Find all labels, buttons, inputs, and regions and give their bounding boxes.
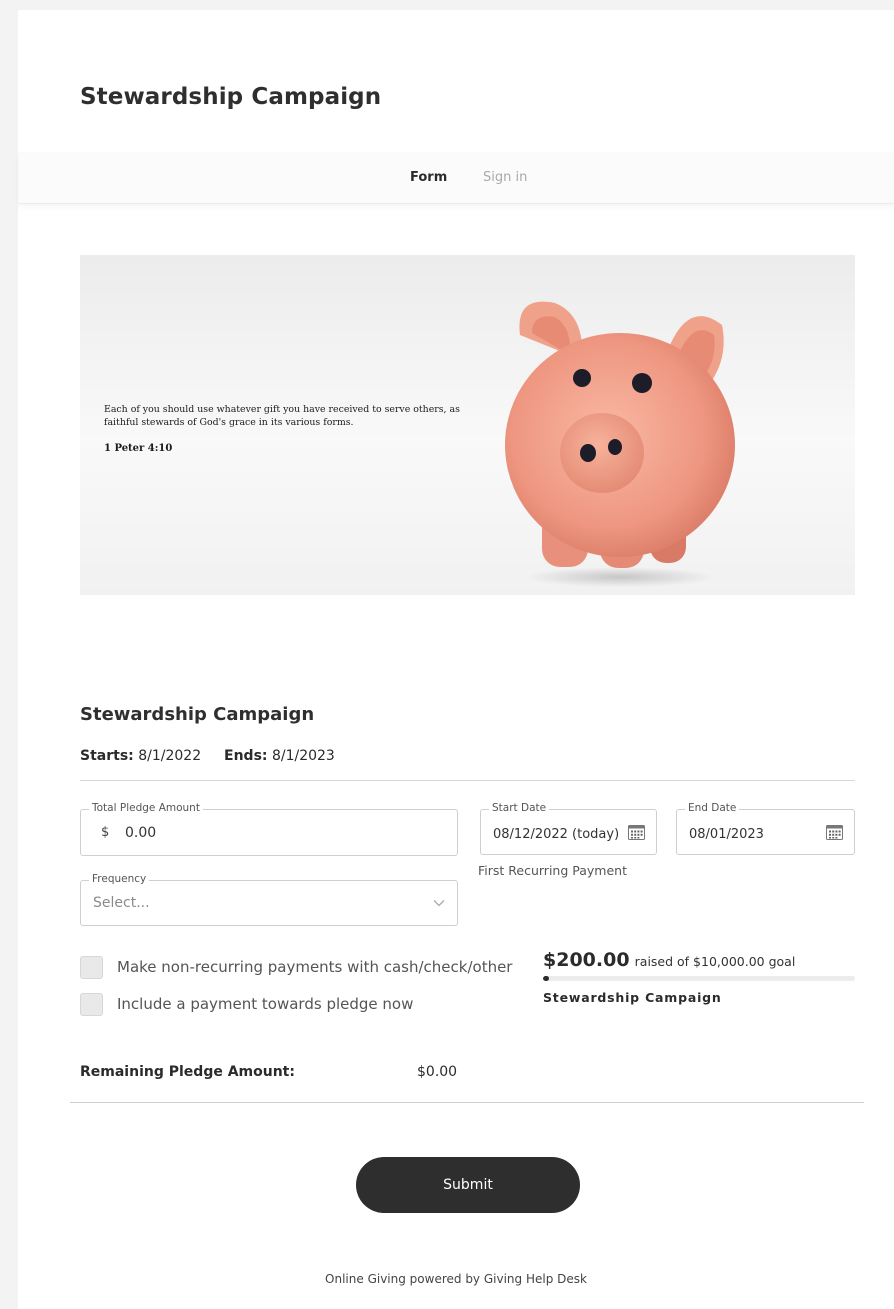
chevron-down-icon — [433, 900, 445, 907]
nonrecurring-payments-checkbox[interactable] — [80, 956, 103, 979]
end-date-field: End Date — [676, 802, 855, 855]
end-date-input[interactable] — [689, 823, 814, 845]
nav-sign-in-link[interactable]: Sign in — [483, 170, 527, 185]
remaining-pledge-label: Remaining Pledge Amount: — [80, 1064, 295, 1080]
goal-summary: $200.00 raised of $10,000.00 goal — [543, 949, 795, 971]
raised-amount: $200.00 — [543, 949, 630, 971]
hero-verse: Each of you should use whatever gift you… — [104, 404, 460, 428]
frequency-placeholder: Select... — [93, 895, 150, 911]
start-date-field: Start Date — [480, 802, 657, 855]
currency-symbol: $ — [101, 825, 110, 840]
piggy-bank-image — [505, 301, 735, 587]
calendar-icon[interactable] — [628, 824, 645, 840]
first-recurring-payment-label: First Recurring Payment — [478, 863, 627, 878]
hero-verse-reference: 1 Peter 4:10 — [104, 443, 173, 454]
payment-now-option[interactable]: Include a payment towards pledge now — [80, 993, 420, 1017]
starts-label: Starts: — [80, 748, 134, 764]
start-date-input[interactable] — [493, 823, 618, 845]
ends-value: 8/1/2023 — [271, 748, 335, 764]
site-header: Stewardship Campaign — [18, 10, 894, 152]
total-pledge-field: Total Pledge Amount $ — [80, 802, 458, 856]
starts-value: 8/1/2022 — [138, 748, 202, 764]
goal-progress-bar — [543, 976, 855, 981]
payment-now-checkbox[interactable] — [80, 993, 103, 1016]
hero-banner: Each of you should use whatever gift you… — [80, 255, 855, 595]
campaign-title: Stewardship Campaign — [80, 704, 315, 725]
page: Stewardship Campaign Form Sign in Each o… — [18, 10, 894, 1309]
frequency-select[interactable]: Frequency Select... — [80, 873, 458, 926]
calendar-icon[interactable] — [826, 824, 843, 840]
campaign-dates: Starts: 8/1/2022 Ends: 8/1/2023 — [80, 748, 335, 764]
total-pledge-legend: Total Pledge Amount — [89, 802, 203, 814]
goal-progress-fill — [543, 976, 550, 981]
submit-button[interactable]: Submit — [356, 1157, 580, 1213]
start-date-legend: Start Date — [489, 802, 550, 814]
payment-now-label: Include a payment towards pledge now — [117, 995, 414, 1013]
goal-campaign-name: Stewardship Campaign — [543, 990, 722, 1005]
site-title: Stewardship Campaign — [80, 84, 382, 110]
nonrecurring-payments-option[interactable]: Make non-recurring payments with cash/ch… — [80, 956, 520, 980]
remaining-pledge-value: $0.00 — [417, 1064, 458, 1080]
end-date-legend: End Date — [685, 802, 740, 814]
total-pledge-input[interactable] — [125, 822, 425, 844]
divider — [70, 1102, 864, 1103]
frequency-legend: Frequency — [89, 873, 150, 885]
nav-form-link[interactable]: Form — [410, 170, 447, 185]
navbar: Form Sign in — [18, 152, 894, 204]
goal-text: raised of $10,000.00 goal — [634, 954, 796, 969]
footer-text: Online Giving powered by Giving Help Des… — [325, 1272, 587, 1286]
divider — [80, 780, 855, 781]
ends-label: Ends: — [224, 748, 268, 764]
nonrecurring-payments-label: Make non-recurring payments with cash/ch… — [117, 958, 513, 976]
